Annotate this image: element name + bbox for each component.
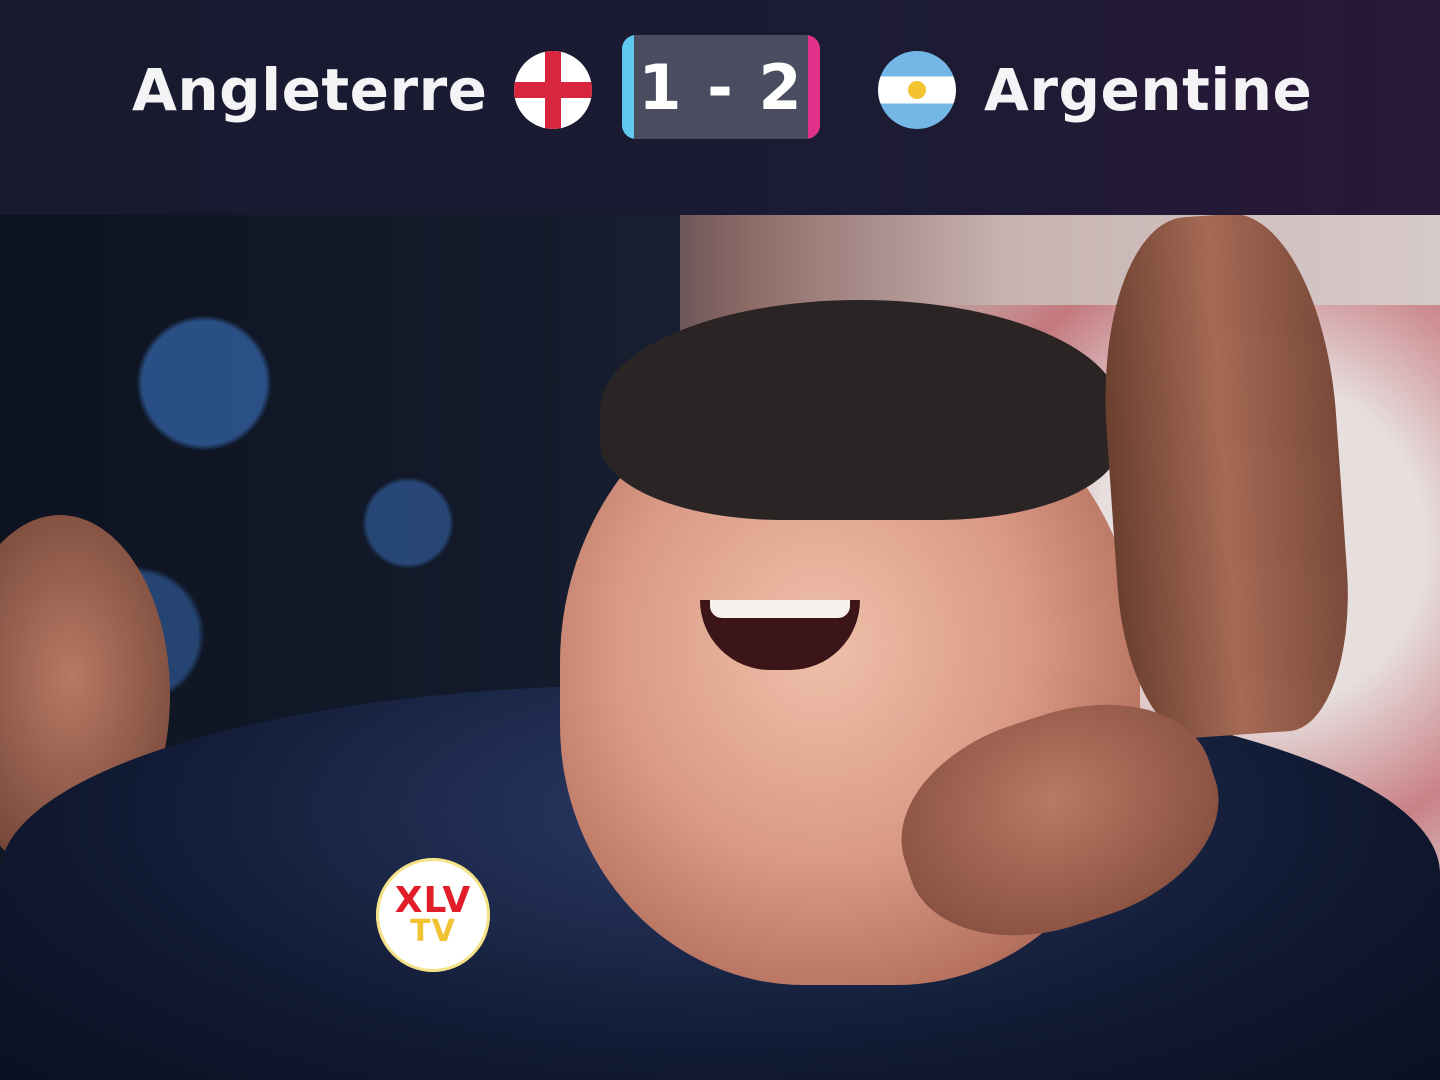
logo-line1: XLV	[394, 880, 472, 921]
player-hair	[600, 300, 1120, 520]
xlv-tv-logo: XLV TV	[376, 858, 490, 972]
away-team: Argentine	[878, 50, 1312, 130]
right-arm	[1092, 215, 1358, 743]
player-teeth	[710, 600, 850, 618]
home-team: Angleterre	[132, 50, 592, 130]
score-value: 1 - 2	[638, 50, 804, 124]
match-photo	[0, 215, 1440, 1080]
logo-line2: TV	[410, 914, 456, 949]
score-box: 1 - 2	[622, 35, 820, 139]
home-team-name: Angleterre	[132, 56, 488, 124]
argentina-flag-icon	[878, 51, 956, 129]
scoreboard: Angleterre 1 - 2 Argentine	[0, 0, 1440, 215]
england-flag-icon	[513, 51, 592, 129]
away-team-name: Argentine	[984, 56, 1313, 124]
